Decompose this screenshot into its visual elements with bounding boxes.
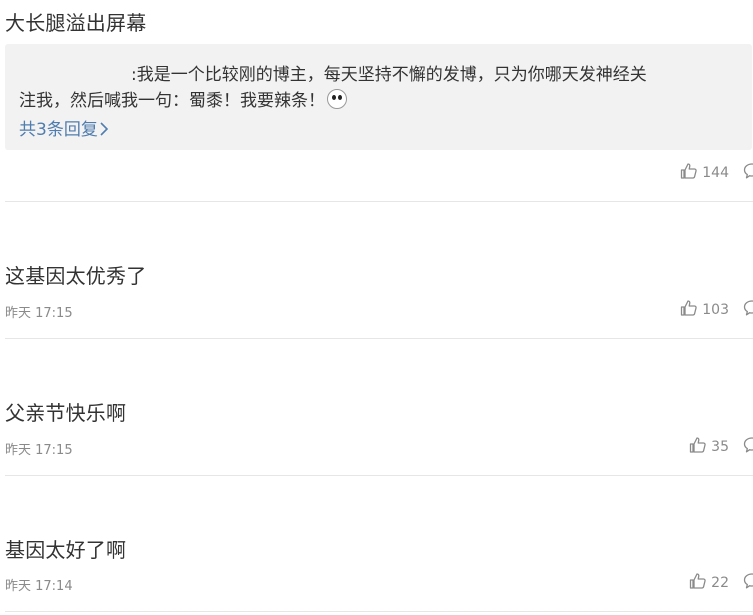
comment-time: 昨天 17:15: [5, 306, 73, 321]
like-count: 103: [702, 302, 729, 318]
comment-actions: 22: [689, 573, 753, 593]
thumbs-up-icon: [680, 162, 702, 184]
thumbs-up-icon: [689, 436, 711, 458]
like-button[interactable]: 103: [680, 299, 729, 321]
comment-bubble-icon: [743, 572, 753, 594]
thumbs-up-icon: [680, 299, 702, 321]
divider: [5, 611, 753, 612]
reply-text-continued: 注我，然后喊我一句：蜀黍！我要辣条！: [19, 91, 325, 111]
chevron-right-icon: [98, 120, 109, 140]
comment-bubble-icon: [743, 162, 753, 184]
like-count: 35: [711, 439, 729, 455]
reply-text: :我是一个比较刚的博主，每天坚持不懈的发博，只为你哪天发神经关: [131, 65, 647, 85]
divider: [5, 201, 753, 202]
comment-actions: 35: [689, 437, 753, 457]
reply-author-redacted: [19, 64, 131, 80]
comment-actions: 103: [680, 300, 753, 320]
view-replies-label: 共3条回复: [19, 120, 98, 140]
reply-button[interactable]: [743, 436, 753, 458]
like-button[interactable]: 22: [689, 572, 729, 594]
comment-time: 昨天 17:15: [5, 443, 73, 458]
divider: [5, 475, 753, 476]
like-count: 144: [702, 165, 729, 181]
thumbs-up-icon: [689, 572, 711, 594]
divider: [5, 338, 753, 339]
reply-line-1: :我是一个比较刚的博主，每天坚持不懈的发博，只为你哪天发神经关: [19, 60, 647, 85]
comment-time: 昨天 17:14: [5, 579, 73, 594]
reply-button[interactable]: [743, 162, 753, 184]
comment-text: 大长腿溢出屏幕: [5, 11, 147, 35]
comment-text: 基因太好了啊: [5, 538, 127, 562]
like-count: 22: [711, 575, 729, 591]
reply-button[interactable]: [743, 572, 753, 594]
like-button[interactable]: 144: [680, 162, 729, 184]
comment-actions: 144: [680, 163, 753, 183]
comment-bubble-icon: [743, 436, 753, 458]
reply-line-2: 注我，然后喊我一句：蜀黍！我要辣条！: [19, 86, 347, 111]
reply-preview[interactable]: :我是一个比较刚的博主，每天坚持不懈的发博，只为你哪天发神经关 注我，然后喊我一…: [5, 44, 752, 150]
reply-button[interactable]: [743, 299, 753, 321]
comment-bubble-icon: [743, 299, 753, 321]
comment-text: 父亲节快乐啊: [5, 401, 127, 425]
like-button[interactable]: 35: [689, 436, 729, 458]
panda-face-emoji-icon: [327, 89, 347, 109]
comment-text: 这基因太优秀了: [5, 264, 147, 288]
view-replies-link[interactable]: 共3条回复: [19, 115, 109, 140]
